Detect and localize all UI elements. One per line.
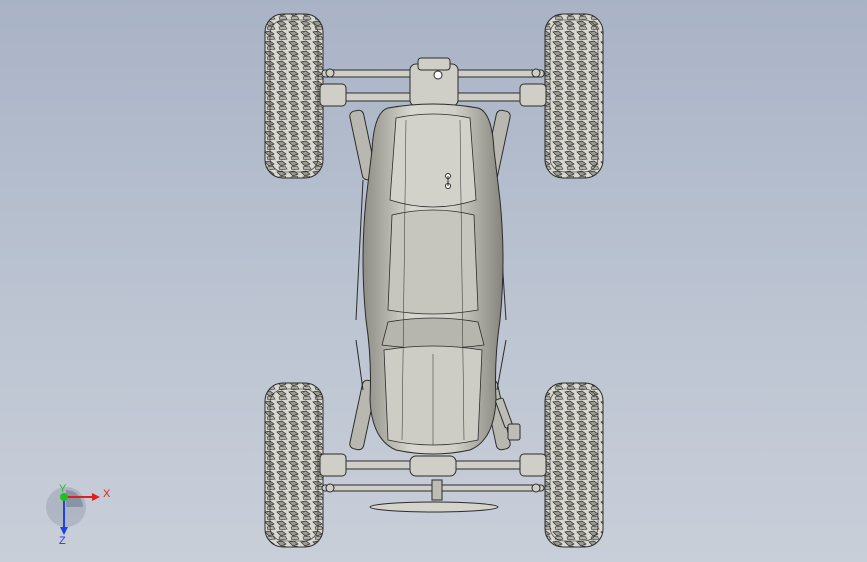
rc-crawler-model: [264, 13, 604, 548]
z-axis-label: Z: [59, 535, 66, 547]
body-shell: [362, 103, 504, 455]
axis-triad: [46, 487, 100, 535]
rear-axle: [319, 453, 547, 513]
wheel-rear-right: [544, 382, 604, 548]
front-axle: [319, 57, 547, 107]
cad-viewport[interactable]: [0, 0, 867, 562]
x-axis-label: X: [103, 488, 111, 500]
wheel-front-right: [544, 13, 604, 179]
y-axis-label: Y: [59, 483, 67, 495]
wheel-front-left: [264, 13, 324, 179]
wheel-rear-left: [264, 382, 324, 548]
